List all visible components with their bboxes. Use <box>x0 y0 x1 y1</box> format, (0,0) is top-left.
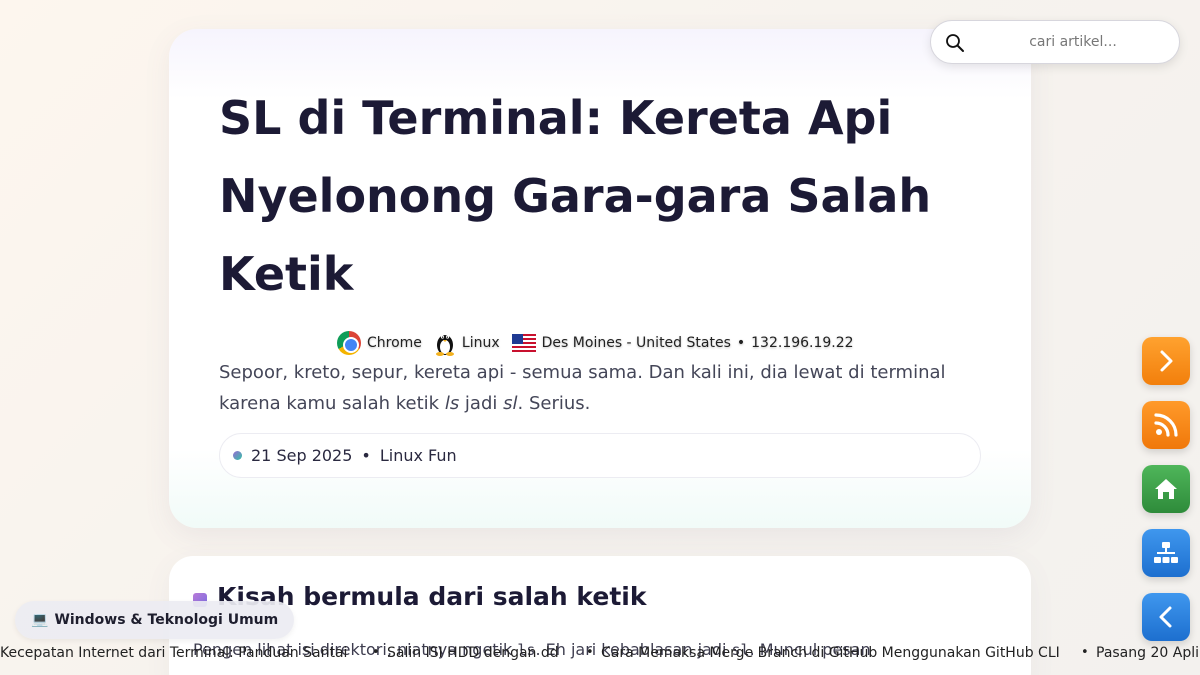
lead-cmd-ls: ls <box>444 393 460 414</box>
us-flag-icon <box>511 334 536 352</box>
laptop-icon: 💻 <box>31 612 49 628</box>
article-hero-card: SL di Terminal: Kereta Api Nyelonong Gar… <box>169 29 1031 528</box>
ticker-item[interactable]: Pasang 20 Aplikasi <box>1096 645 1200 661</box>
visitor-meta: Chrome Linux Des Moines - United States … <box>337 330 858 356</box>
ticker-bullet: • <box>372 645 380 660</box>
home-icon <box>1155 479 1177 499</box>
ticker-bullet: • <box>586 645 594 660</box>
rss-feed-button[interactable] <box>1142 401 1190 449</box>
chevron-left-icon <box>1159 606 1172 628</box>
ticker-item[interactable]: Cara Memaksa Merge Branch di GitHub Meng… <box>601 645 1060 661</box>
category-link[interactable]: Linux Fun <box>380 446 457 465</box>
sitemap-icon <box>1154 542 1178 563</box>
chevron-right-icon <box>1160 350 1173 372</box>
category-badge-label: Windows & Teknologi Umum <box>54 612 279 628</box>
browser-name: Chrome <box>367 335 422 351</box>
article-lead: Sepoor, kreto, sepur, kereta api - semua… <box>219 357 979 419</box>
article-ticker: Kecepatan Internet dari Terminal: Pandua… <box>0 644 1200 666</box>
category-badge[interactable]: 💻 Windows & Teknologi Umum <box>15 601 295 639</box>
search-input[interactable] <box>975 27 1171 57</box>
article-title: SL di Terminal: Kereta Api Nyelonong Gar… <box>219 91 932 301</box>
publish-date: 21 Sep 2025 <box>251 446 353 465</box>
home-button[interactable] <box>1142 465 1190 513</box>
sitemap-button[interactable] <box>1142 529 1190 577</box>
ticker-item[interactable]: Salin ISI HDD dengan dd <box>387 645 559 661</box>
meta-separator: • <box>736 335 746 351</box>
status-dot <box>233 451 242 460</box>
lead-text-2: jadi <box>459 393 504 414</box>
os-name: Linux <box>461 335 500 351</box>
ip-address: 132.196.19.22 <box>751 335 854 351</box>
linux-tux-icon <box>435 335 454 356</box>
lead-cmd-sl: sl <box>503 393 518 414</box>
ticker-item[interactable]: Kecepatan Internet dari Terminal: Pandua… <box>0 645 347 661</box>
next-article-button[interactable] <box>1142 337 1190 385</box>
chrome-icon <box>337 331 361 355</box>
previous-article-button[interactable] <box>1142 593 1190 641</box>
search-icon[interactable] <box>945 33 965 53</box>
article-info-pill: 21 Sep 2025 • Linux Fun <box>219 433 981 478</box>
search-box <box>930 20 1180 64</box>
info-separator: • <box>361 446 371 465</box>
ticker-bullet: • <box>1081 645 1089 660</box>
rss-icon <box>1154 413 1178 437</box>
location: Des Moines - United States <box>541 335 731 351</box>
lead-text-3: . Serius. <box>517 393 591 414</box>
